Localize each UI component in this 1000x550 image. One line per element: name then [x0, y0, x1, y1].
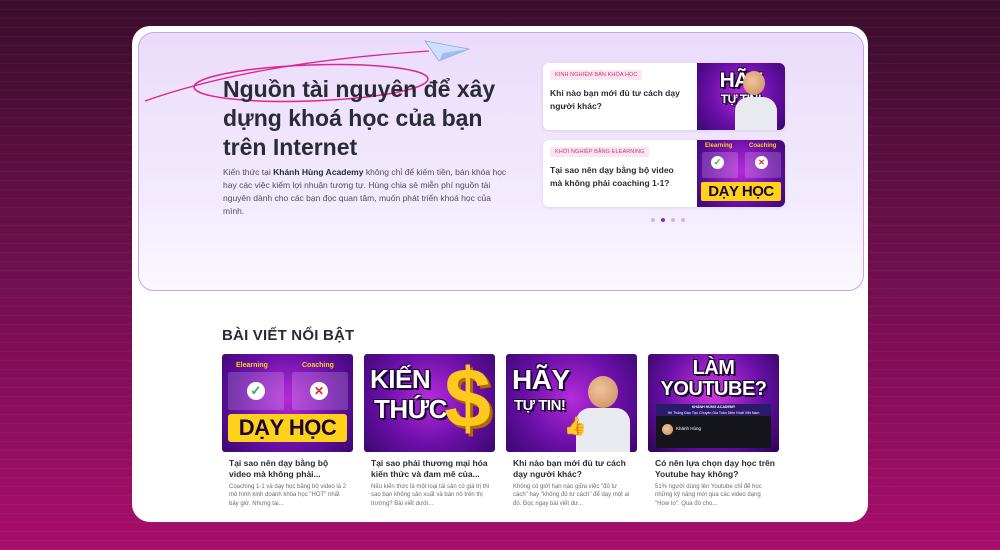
post-card[interactable]: KIẾN THỨC $ Tại sao phải thương mại hóa … [364, 354, 495, 514]
post-thumbnail[interactable]: HÃY TỰ TIN! 👍 [506, 354, 637, 452]
channel-banner-subtitle: Hệ Thống Đào Tạo Chuyên Gia Toàn Diện Nh… [667, 411, 760, 415]
person-photo [588, 376, 618, 408]
paper-plane-icon [424, 40, 471, 62]
post-title[interactable]: Có nên lựa chọn dạy học trên Youtube hay… [655, 458, 775, 480]
slider-card-title[interactable]: Khi nào bạn mới đủ tư cách dạy người khá… [550, 87, 686, 112]
post-title[interactable]: Tại sao nên dạy bằng bộ video mà không p… [229, 458, 349, 480]
slider-thumbnail[interactable]: HÃY TỰ TIN! [697, 63, 785, 130]
check-icon: ✓ [247, 382, 265, 400]
section-title: BÀI VIẾT NỔI BẬT [222, 327, 355, 344]
post-title[interactable]: Khi nào bạn mới đủ tư cách dạy người khá… [513, 458, 633, 480]
check-icon: ✓ [711, 156, 724, 169]
category-tag[interactable]: KHỞI NGHIỆP BẰNG ELEARNING [550, 147, 650, 157]
slider-card[interactable]: KINH NGHIỆM BÁN KHÓA HỌC Khi nào bạn mới… [543, 63, 785, 130]
pagination-dot[interactable] [681, 218, 685, 222]
cross-icon: ✕ [310, 382, 328, 400]
youtube-channel-preview: KHÁNH HÙNG ACADEMY Hệ Thống Đào Tạo Chuy… [656, 404, 771, 448]
post-excerpt: Coaching 1-1 và dạy học bằng bộ video là… [229, 484, 347, 507]
content-card: Nguồn tài nguyên để xây dựng khoá học củ… [132, 26, 868, 522]
slider-card[interactable]: KHỞI NGHIỆP BẰNG ELEARNING Tại sao nên d… [543, 140, 785, 207]
hero-section: Nguồn tài nguyên để xây dựng khoá học củ… [138, 32, 864, 291]
post-title[interactable]: Tại sao phải thương mại hóa kiến thức và… [371, 458, 491, 480]
post-card[interactable]: HÃY TỰ TIN! 👍 Khi nào bạn mới đủ tư cách… [506, 354, 637, 514]
post-card[interactable]: Elearning Coaching ✓ ✕ DẠY HỌC Tại sao n… [222, 354, 353, 514]
post-excerpt: 51% người dùng lên Youtube chỉ để học nh… [655, 484, 762, 507]
slider-thumbnail[interactable]: Elearning Coaching ✓ ✕ DẠY HỌC [697, 140, 785, 207]
slider-card-title[interactable]: Tại sao nên dạy bằng bộ video mà không p… [550, 164, 686, 189]
brand-name: Khánh Hùng Academy [273, 167, 364, 177]
slider-pagination [651, 218, 685, 222]
channel-banner-title: KHÁNH HÙNG ACADEMY [691, 405, 736, 409]
hero-description: Kiến thức tại Khánh Hùng Academy không c… [223, 167, 507, 216]
pagination-dot[interactable] [651, 218, 655, 222]
channel-avatar [662, 424, 673, 435]
pagination-dot[interactable] [671, 218, 675, 222]
cross-icon: ✕ [755, 156, 768, 169]
post-card[interactable]: LÀM YOUTUBE? KHÁNH HÙNG ACADEMY Hệ Thống… [648, 354, 779, 514]
channel-name: Khánh Hùng [676, 426, 702, 431]
post-thumbnail[interactable]: KIẾN THỨC $ [364, 354, 495, 452]
person-photo [743, 71, 765, 95]
post-thumbnail[interactable]: Elearning Coaching ✓ ✕ DẠY HỌC [222, 354, 353, 452]
pagination-dot-active[interactable] [661, 218, 665, 222]
post-excerpt: Nếu kiến thức là một loại tài sản có giá… [371, 484, 490, 507]
post-thumbnail[interactable]: LÀM YOUTUBE? KHÁNH HÙNG ACADEMY Hệ Thống… [648, 354, 779, 452]
post-excerpt: Không có giới hạn nào giữa việc "đủ tư c… [513, 484, 630, 507]
dollar-icon: $ [444, 354, 491, 445]
category-tag[interactable]: KINH NGHIỆM BÁN KHÓA HỌC [550, 70, 643, 80]
hero-title: Nguồn tài nguyên để xây dựng khoá học củ… [223, 76, 496, 160]
thumbs-up-icon: 👍 [564, 416, 587, 436]
